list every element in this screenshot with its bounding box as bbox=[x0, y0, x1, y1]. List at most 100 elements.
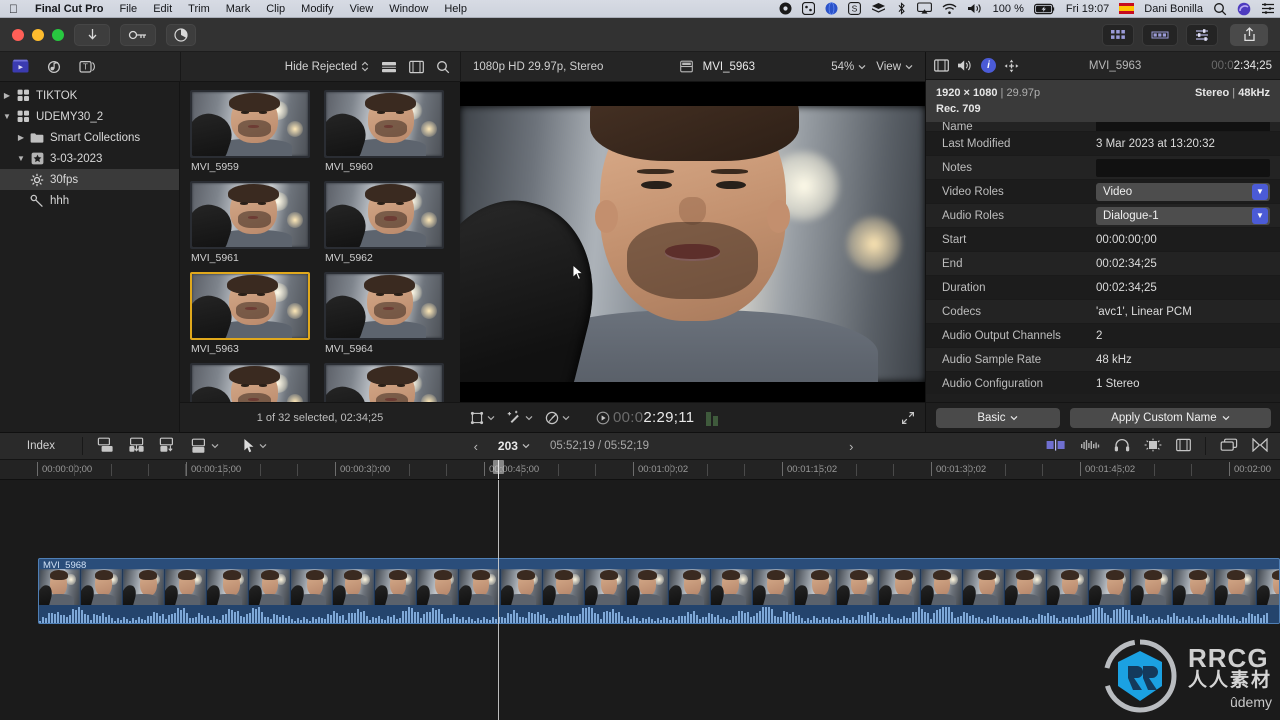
metadata-value[interactable] bbox=[1096, 122, 1270, 131]
import-media-button[interactable] bbox=[74, 23, 110, 46]
disclosure-triangle-icon[interactable]: ▶ bbox=[0, 91, 14, 100]
timeline-canvas[interactable]: MVI_5968 bbox=[0, 480, 1280, 720]
disclosure-triangle-icon[interactable]: ▼ bbox=[14, 154, 28, 163]
siri-icon[interactable] bbox=[1232, 2, 1256, 16]
clip-count-popup[interactable]: 203 bbox=[498, 439, 530, 453]
disclosure-triangle-icon[interactable]: ▼ bbox=[0, 112, 14, 121]
video-inspector-icon[interactable] bbox=[934, 59, 949, 72]
browser-clip-selected[interactable]: MVI_5963 bbox=[190, 272, 310, 355]
screencast-icon[interactable] bbox=[797, 2, 820, 15]
menu-window[interactable]: Window bbox=[381, 3, 436, 15]
rename-button[interactable] bbox=[1252, 437, 1268, 455]
metadata-row-audio-output-channels[interactable]: Audio Output Channels 2 bbox=[926, 324, 1280, 348]
metadata-row-video-roles[interactable]: Video Roles Video ▼ bbox=[926, 180, 1280, 204]
metadata-row-last-modified[interactable]: Last Modified 3 Mar 2023 at 13:20:32 bbox=[926, 132, 1280, 156]
libraries-icon[interactable] bbox=[12, 59, 29, 74]
viewer-image[interactable] bbox=[460, 106, 925, 382]
metadata-row-notes[interactable]: Notes bbox=[926, 156, 1280, 180]
audio-meter[interactable] bbox=[706, 410, 719, 426]
previous-button[interactable]: ‹ bbox=[474, 439, 478, 454]
filmstrip-view-icon[interactable] bbox=[409, 60, 424, 74]
solo-button[interactable] bbox=[1144, 438, 1162, 455]
inspector-toggle-button[interactable] bbox=[1186, 23, 1218, 46]
clip-thumbnail[interactable] bbox=[324, 90, 444, 158]
background-tasks-button[interactable] bbox=[166, 23, 196, 46]
volume-icon[interactable] bbox=[962, 2, 988, 15]
select-tool-button[interactable] bbox=[243, 438, 267, 454]
titles-generators-icon[interactable]: T bbox=[79, 59, 96, 74]
share-button[interactable] bbox=[1230, 23, 1268, 46]
menu-clip[interactable]: Clip bbox=[258, 3, 293, 15]
detach-button[interactable] bbox=[1220, 438, 1238, 455]
metadata-row-audio-sample-rate[interactable]: Audio Sample Rate 48 kHz bbox=[926, 348, 1280, 372]
project-icon[interactable] bbox=[679, 60, 693, 73]
menu-view[interactable]: View bbox=[342, 3, 382, 15]
browser-clip[interactable]: MVI_5964 bbox=[324, 272, 444, 355]
menu-trim[interactable]: Trim bbox=[180, 3, 218, 15]
browser-clip[interactable]: MVI_5960 bbox=[324, 90, 444, 173]
clip-thumbnail[interactable] bbox=[190, 272, 310, 340]
metadata-row-duration[interactable]: Duration 00:02:34;25 bbox=[926, 276, 1280, 300]
dollar-icon[interactable]: S bbox=[843, 2, 866, 15]
browser-search-icon[interactable] bbox=[436, 60, 450, 74]
clip-thumbnail[interactable] bbox=[324, 272, 444, 340]
clip-appearance-button[interactable] bbox=[1176, 438, 1191, 455]
clip-browser[interactable]: MVI_5959 MVI_5960 MVI_5961 MVI_5962 MVI_… bbox=[180, 82, 460, 402]
timeline-ruler[interactable]: 00:00:00;00 00:00:15;00 00:00:30;00 00:0… bbox=[0, 460, 1280, 480]
menu-file[interactable]: File bbox=[111, 3, 145, 15]
minimize-button[interactable] bbox=[32, 28, 44, 41]
photos-audio-icon[interactable] bbox=[45, 59, 63, 74]
sidebar-item-tiktok[interactable]: ▶ TIKTOK bbox=[0, 85, 179, 106]
viewer-timecode[interactable]: 00:02:29;11 bbox=[596, 409, 694, 426]
audio-inspector-icon[interactable] bbox=[957, 59, 973, 72]
browser-clip[interactable]: MVI_5959 bbox=[190, 90, 310, 173]
apply-custom-name-popup[interactable]: Apply Custom Name bbox=[1069, 407, 1271, 428]
menu-modify[interactable]: Modify bbox=[293, 3, 341, 15]
sidebar-item-udemy30-2[interactable]: ▼ UDEMY30_2 bbox=[0, 106, 179, 127]
chevron-down-icon[interactable]: ▼ bbox=[1252, 183, 1268, 200]
menubar-user[interactable]: Dani Bonilla bbox=[1139, 3, 1208, 15]
timeline-index-button[interactable]: Index bbox=[0, 440, 82, 452]
search-icon[interactable] bbox=[1208, 2, 1232, 16]
record-icon[interactable] bbox=[774, 2, 797, 15]
libraries-sidebar[interactable]: ▶ TIKTOK ▼ UDEMY30_2 ▶ Smart Collections… bbox=[0, 82, 180, 432]
browser-toggle-button[interactable] bbox=[1102, 23, 1134, 46]
info-inspector-icon[interactable]: i bbox=[981, 58, 996, 73]
retime-button[interactable] bbox=[545, 411, 570, 425]
connect-button[interactable] bbox=[97, 437, 114, 456]
sidebar-item-hhh[interactable]: hhh bbox=[0, 190, 179, 211]
wifi-icon[interactable] bbox=[937, 2, 962, 15]
audio-meters-button[interactable] bbox=[1080, 438, 1100, 455]
airplay-icon[interactable] bbox=[912, 2, 937, 15]
close-button[interactable] bbox=[12, 28, 24, 41]
globe-icon[interactable] bbox=[820, 2, 843, 15]
menu-edit[interactable]: Edit bbox=[145, 3, 180, 15]
enhancements-button[interactable] bbox=[507, 410, 533, 425]
keyword-editor-button[interactable] bbox=[120, 23, 156, 46]
sidebar-item-30fps[interactable]: 30fps bbox=[0, 169, 179, 190]
headphones-button[interactable] bbox=[1114, 438, 1130, 455]
share-inspector-icon[interactable] bbox=[1004, 59, 1019, 73]
disclosure-triangle-icon[interactable]: ▶ bbox=[14, 133, 28, 142]
sidebar-item-smart-collections[interactable]: ▶ Smart Collections bbox=[0, 127, 179, 148]
apple-icon[interactable]:  bbox=[0, 3, 27, 15]
insert-button[interactable] bbox=[128, 437, 145, 456]
metadata-row-start[interactable]: Start 00:00:00;00 bbox=[926, 228, 1280, 252]
clip-thumbnail[interactable] bbox=[190, 181, 310, 249]
menubar-clock[interactable]: Fri 19:07 bbox=[1061, 3, 1114, 15]
browser-clip[interactable]: MVI_5961 bbox=[190, 181, 310, 264]
metadata-row-name[interactable]: Name bbox=[926, 122, 1280, 132]
menu-mark[interactable]: Mark bbox=[218, 3, 258, 15]
chevron-down-icon[interactable]: ▼ bbox=[1252, 207, 1268, 224]
trim-button[interactable] bbox=[1046, 438, 1066, 455]
browser-clip[interactable] bbox=[190, 363, 310, 402]
control-center-icon[interactable] bbox=[1256, 2, 1280, 15]
audio-roles-popup[interactable]: Dialogue-1 ▼ bbox=[1096, 206, 1270, 225]
list-view-icon[interactable] bbox=[381, 60, 397, 74]
metadata-row-audio-roles[interactable]: Audio Roles Dialogue-1 ▼ bbox=[926, 204, 1280, 228]
append-button[interactable] bbox=[159, 437, 176, 456]
bluetooth-icon[interactable] bbox=[891, 2, 912, 15]
metadata-row-audio-configuration[interactable]: Audio Configuration 1 Stereo bbox=[926, 372, 1280, 394]
video-roles-popup[interactable]: Video ▼ bbox=[1096, 182, 1270, 201]
notes-input[interactable] bbox=[1096, 158, 1270, 177]
